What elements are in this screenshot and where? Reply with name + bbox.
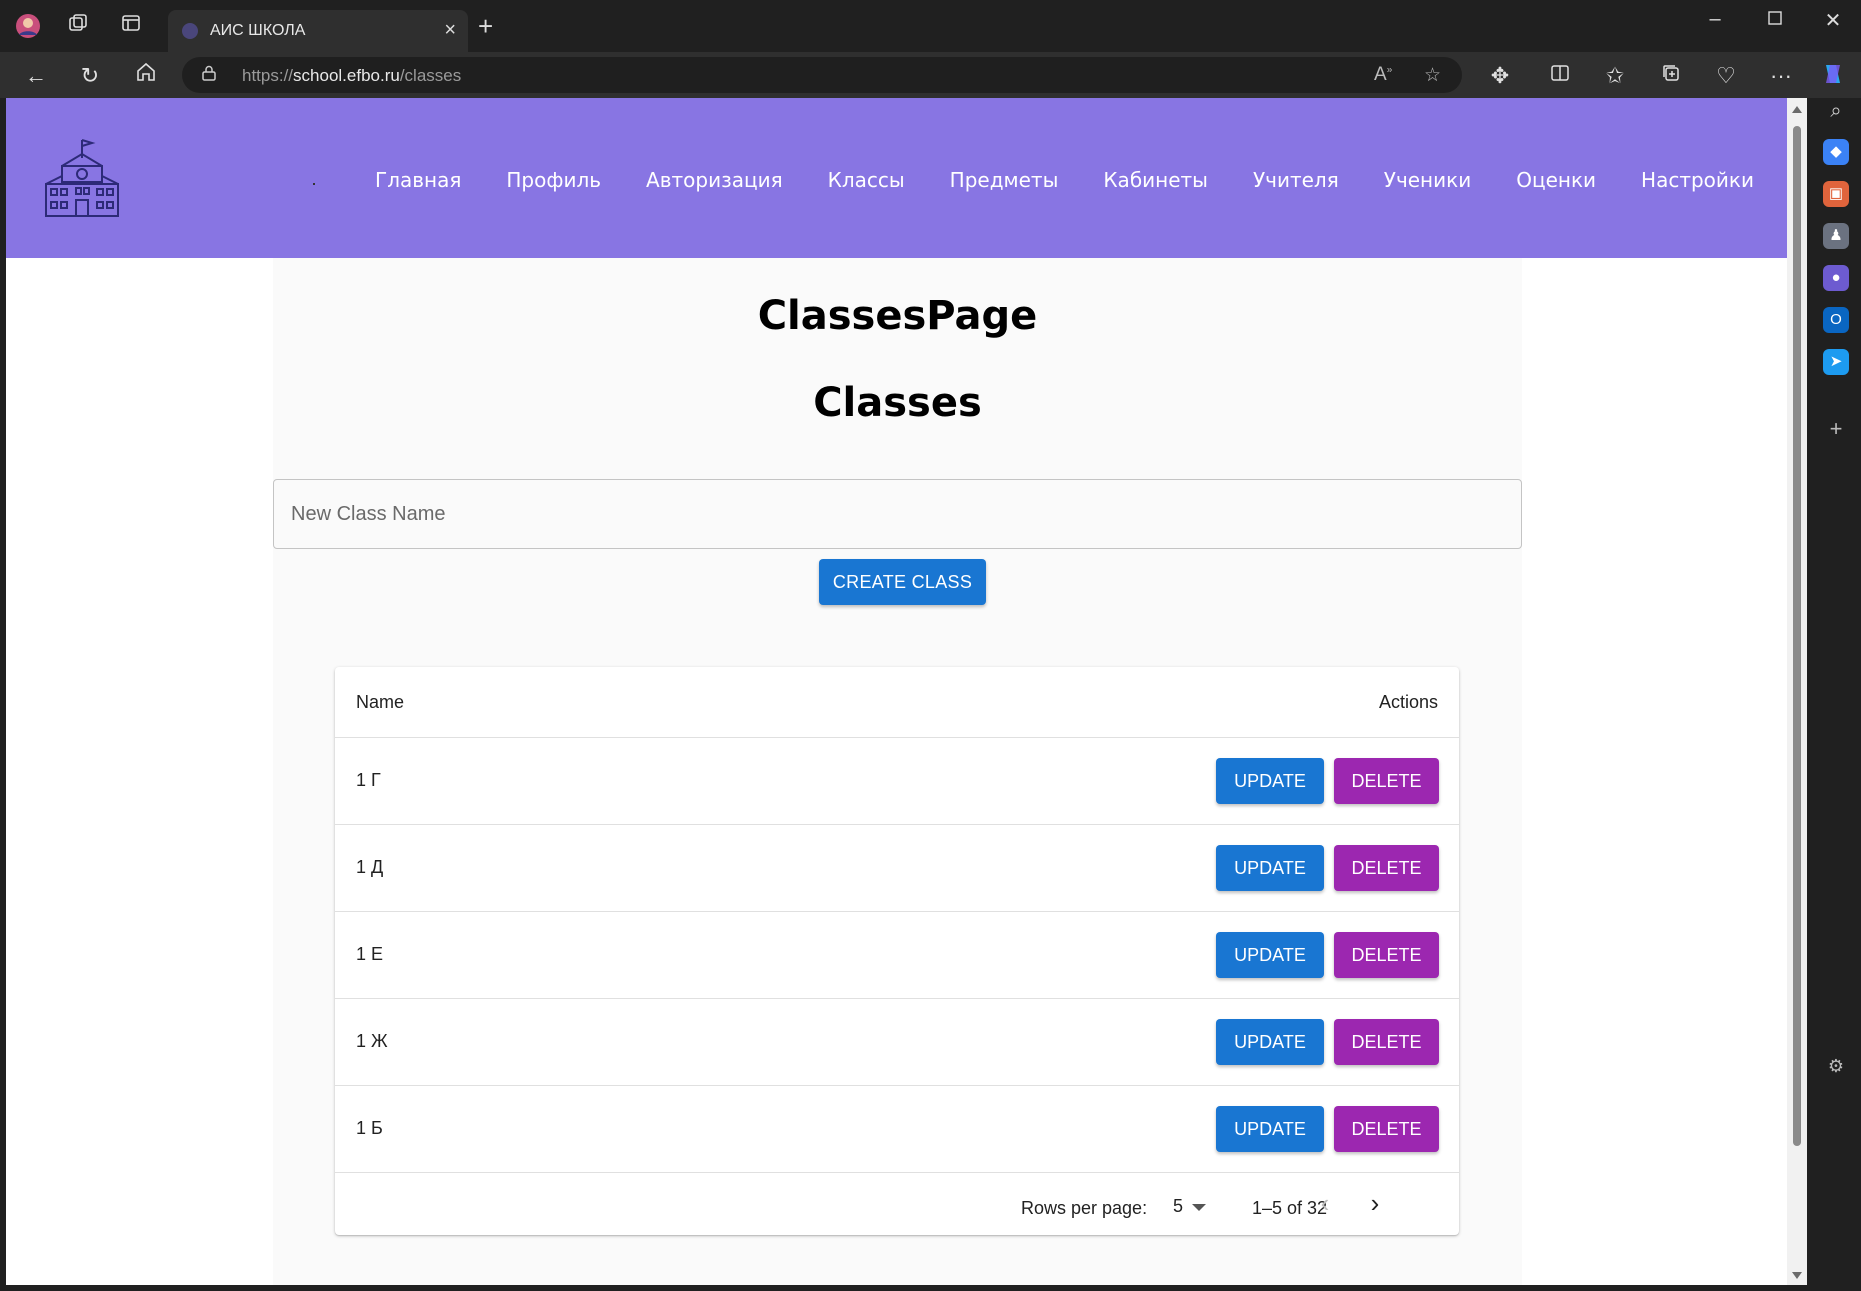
settings-gear-icon[interactable]: ⚙ bbox=[1823, 1053, 1849, 1079]
lock-icon bbox=[202, 65, 216, 81]
more-menu-icon[interactable]: ··· bbox=[1766, 61, 1796, 91]
profile-avatar-icon[interactable] bbox=[14, 12, 42, 40]
rows-per-page-select[interactable]: 5 bbox=[1173, 1196, 1183, 1217]
main-nav: Главная Профиль Авторизация Классы Предм… bbox=[375, 168, 1754, 192]
classes-table: Name Actions 1 Г UPDATE DELETE 1 Д UPDAT… bbox=[335, 667, 1459, 1235]
update-button[interactable]: UPDATE bbox=[1216, 932, 1324, 978]
tab-title: АИС ШКОЛА bbox=[210, 22, 306, 39]
nav-link-subjects[interactable]: Предметы bbox=[950, 168, 1059, 192]
send-icon[interactable]: ➤ bbox=[1823, 349, 1849, 375]
browser-sidebar: ⌕ ◆ ▣ ♟ ● O ➤ + ⚙ bbox=[1811, 98, 1861, 1291]
page-viewport: Главная Профиль Авторизация Классы Предм… bbox=[6, 98, 1787, 1285]
site-header: Главная Профиль Авторизация Классы Предм… bbox=[6, 98, 1787, 258]
browser-tab[interactable]: АИС ШКОЛА × bbox=[168, 10, 468, 52]
nav-link-settings[interactable]: Настройки bbox=[1641, 168, 1754, 192]
class-name-cell: 1 Д bbox=[356, 857, 384, 877]
delete-button[interactable]: DELETE bbox=[1334, 932, 1439, 978]
table-header: Name Actions bbox=[335, 667, 1459, 738]
column-header-actions: Actions bbox=[1378, 692, 1438, 712]
section-title: Classes bbox=[813, 380, 982, 426]
refresh-icon[interactable]: ↻ bbox=[75, 61, 105, 91]
nav-link-login[interactable]: Авторизация bbox=[646, 168, 783, 192]
school-logo-icon[interactable] bbox=[40, 136, 124, 220]
tab-actions-icon[interactable] bbox=[117, 12, 145, 40]
new-tab-icon[interactable]: + bbox=[478, 13, 493, 39]
class-name-cell: 1 Ж bbox=[356, 1031, 388, 1051]
class-name-cell: 1 Е bbox=[356, 944, 384, 964]
nav-link-rooms[interactable]: Кабинеты bbox=[1103, 168, 1208, 192]
shopping-tag-icon[interactable]: ◆ bbox=[1823, 139, 1849, 165]
column-header-name: Name bbox=[356, 692, 405, 712]
next-page-icon[interactable]: › bbox=[1360, 1189, 1390, 1219]
browser-essentials-icon[interactable]: ♡ bbox=[1711, 61, 1741, 91]
minimize-icon[interactable]: – bbox=[1695, 8, 1735, 31]
tab-close-icon[interactable]: × bbox=[444, 19, 456, 42]
delete-button[interactable]: DELETE bbox=[1334, 758, 1439, 804]
extensions-icon[interactable]: ✥ bbox=[1485, 61, 1515, 91]
url-path: /classes bbox=[399, 66, 462, 85]
nav-link-profile[interactable]: Профиль bbox=[506, 168, 601, 192]
scrollbar-thumb[interactable] bbox=[1793, 126, 1801, 1146]
nav-link-students[interactable]: Ученики bbox=[1384, 168, 1471, 192]
table-row: 1 Д UPDATE DELETE bbox=[335, 825, 1459, 912]
table-row: 1 Б UPDATE DELETE bbox=[335, 1086, 1459, 1173]
copilot-icon[interactable] bbox=[1818, 61, 1848, 91]
copilot-sidebar-icon[interactable]: ● bbox=[1823, 265, 1849, 291]
browser-toolbar: ← ↻ https://school.efbo.ru/classes A» ☆ … bbox=[0, 52, 1861, 98]
games-icon[interactable]: ♟ bbox=[1823, 223, 1849, 249]
chevron-down-icon[interactable] bbox=[1192, 1204, 1206, 1211]
scroll-down-icon[interactable] bbox=[1792, 1272, 1802, 1279]
favorites-icon[interactable]: ✩ bbox=[1600, 61, 1630, 91]
update-button[interactable]: UPDATE bbox=[1216, 845, 1324, 891]
favorite-star-icon[interactable]: ☆ bbox=[1424, 64, 1441, 87]
class-name-field bbox=[273, 479, 1522, 549]
url-host: school.efbo.ru bbox=[293, 66, 400, 85]
class-name-cell: 1 Б bbox=[356, 1118, 383, 1138]
maximize-icon[interactable] bbox=[1755, 8, 1795, 31]
class-name-cell: 1 Г bbox=[356, 770, 381, 790]
rows-per-page-label: Rows per page: bbox=[1021, 1198, 1148, 1218]
back-icon[interactable]: ← bbox=[21, 61, 51, 91]
home-icon[interactable] bbox=[131, 61, 161, 91]
update-button[interactable]: UPDATE bbox=[1216, 1106, 1324, 1152]
create-class-button[interactable]: CREATE CLASS bbox=[819, 559, 986, 605]
url-text: https://school.efbo.ru/classes bbox=[242, 66, 461, 86]
update-button[interactable]: UPDATE bbox=[1216, 758, 1324, 804]
table-row: 1 Г UPDATE DELETE bbox=[335, 738, 1459, 825]
nav-link-teachers[interactable]: Учителя bbox=[1253, 168, 1339, 192]
tools-icon[interactable]: ▣ bbox=[1823, 181, 1849, 207]
table-row: 1 Ж UPDATE DELETE bbox=[335, 999, 1459, 1086]
header-dot bbox=[313, 183, 315, 185]
new-class-name-input[interactable] bbox=[274, 480, 1521, 548]
delete-button[interactable]: DELETE bbox=[1334, 1019, 1439, 1065]
scroll-up-icon[interactable] bbox=[1792, 106, 1802, 113]
nav-link-grades[interactable]: Оценки bbox=[1516, 168, 1596, 192]
table-row: 1 Е UPDATE DELETE bbox=[335, 912, 1459, 999]
delete-button[interactable]: DELETE bbox=[1334, 845, 1439, 891]
browser-titlebar: АИС ШКОЛА × + – ✕ bbox=[0, 0, 1861, 52]
nav-link-classes[interactable]: Классы bbox=[828, 168, 905, 192]
read-aloud-icon[interactable]: A» bbox=[1374, 64, 1392, 86]
main-content: ClassesPage Classes CREATE CLASS Name Ac… bbox=[273, 258, 1522, 1285]
workspaces-icon[interactable] bbox=[64, 12, 92, 40]
collections-icon[interactable] bbox=[1656, 61, 1686, 91]
add-sidebar-app-icon[interactable]: + bbox=[1823, 416, 1849, 442]
tab-favicon-icon bbox=[182, 23, 198, 39]
table-pagination: Rows per page: 5 1–5 of 32 ‹ › bbox=[335, 1173, 1459, 1235]
nav-link-home[interactable]: Главная bbox=[375, 168, 461, 192]
page-title: ClassesPage bbox=[757, 293, 1038, 339]
previous-page-icon[interactable]: ‹ bbox=[1310, 1189, 1340, 1219]
split-screen-icon[interactable] bbox=[1545, 61, 1575, 91]
search-icon[interactable]: ⌕ bbox=[1823, 98, 1849, 124]
delete-button[interactable]: DELETE bbox=[1334, 1106, 1439, 1152]
update-button[interactable]: UPDATE bbox=[1216, 1019, 1324, 1065]
page-scrollbar[interactable] bbox=[1787, 98, 1807, 1285]
outlook-icon[interactable]: O bbox=[1823, 307, 1849, 333]
close-window-icon[interactable]: ✕ bbox=[1813, 8, 1853, 33]
url-scheme: https:// bbox=[242, 66, 294, 85]
address-bar[interactable]: https://school.efbo.ru/classes A» ☆ bbox=[182, 57, 1462, 93]
